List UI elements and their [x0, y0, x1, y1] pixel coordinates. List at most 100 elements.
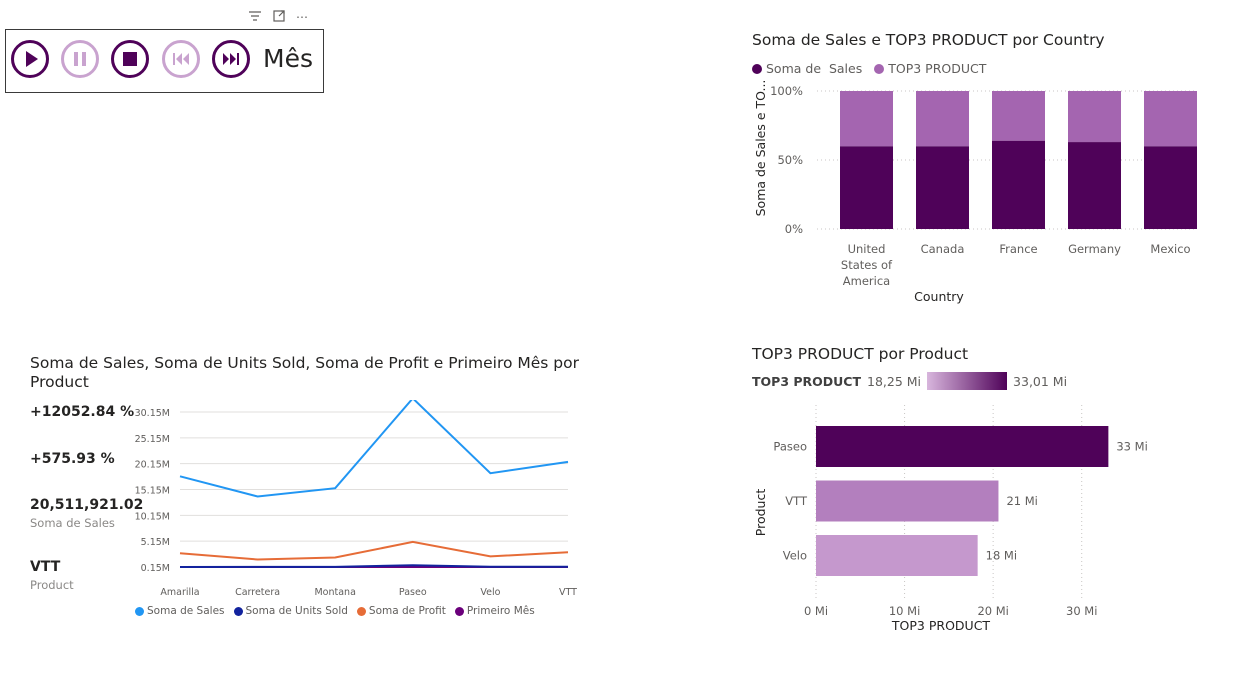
country-xtick-label: France	[999, 242, 1037, 256]
legend-marker-profit-line	[356, 606, 366, 616]
hbar-xtick-label: 0 Mi	[804, 604, 828, 618]
hbar-category-label: Velo	[783, 549, 807, 563]
bar-sales-segment[interactable]	[1068, 142, 1121, 229]
bar-top3-segment[interactable]	[992, 91, 1045, 141]
country-xtick-label: Canada	[921, 242, 965, 256]
legend-label-sales[interactable]: Soma de Sales	[766, 61, 862, 76]
line-xtick-label: Amarilla	[160, 587, 199, 598]
line-series-soma-de-units-sold[interactable]	[179, 564, 568, 568]
play-button[interactable]	[11, 40, 49, 78]
line-chart-title-line-1: Soma de Sales, Soma de Units Sold, Soma …	[30, 354, 579, 372]
country-xtick-label: Mexico	[1150, 242, 1190, 256]
product-bar-chart-title: TOP3 PRODUCT por Product	[752, 345, 969, 363]
line-chart-title-line-2: Product	[30, 373, 89, 391]
country-xtick-label: States of	[841, 258, 893, 272]
bar-top3-segment[interactable]	[840, 91, 893, 147]
line-chart-title: Soma de Sales, Soma de Units Sold, Soma …	[30, 354, 579, 392]
line-xtick-label: Carretera	[235, 587, 280, 598]
bar-sales-segment[interactable]	[840, 146, 893, 229]
line-ytick-label: 10.15M	[135, 511, 170, 522]
skip-forward-icon	[223, 53, 239, 65]
country-chart-legend: Soma de Sales TOP3 PRODUCT	[752, 61, 986, 76]
hbar-xtick-label: 20 Mi	[977, 604, 1008, 618]
line-ytick-label: 5.15M	[141, 537, 170, 548]
bar-top3-segment[interactable]	[916, 91, 969, 147]
legend-label-sales-line[interactable]: Soma de Sales	[147, 605, 225, 617]
kpi-value-3: 20,511,921.02	[30, 497, 144, 513]
legend-marker-sales-line	[135, 606, 144, 616]
line-ytick-label: 25.15M	[135, 434, 170, 445]
legend-marker-top3	[874, 63, 885, 74]
product-line-chart: 30.15M 25.15M 20.15M 15.15M 10.15M 5.15M 0.15M…	[135, 400, 577, 598]
country-xtick-label: America	[843, 274, 890, 288]
pause-icon	[74, 52, 86, 66]
bar-top3-segment[interactable]	[1068, 91, 1121, 143]
country-y-axis-title: Soma de Sales e TO...	[753, 80, 768, 216]
country-stacked-column-chart: 100% 50% 0% United States of America Canada Fra…	[753, 80, 1197, 304]
bar-sales-segment[interactable]	[1144, 146, 1197, 229]
kpi-label-4: Product	[30, 578, 74, 592]
legend-label-units-line[interactable]: Soma de Units Sold	[246, 605, 348, 617]
hbar-xtick-label: 30 Mi	[1066, 604, 1097, 618]
pause-button[interactable]	[61, 40, 99, 78]
line-chart-legend: Soma de Sales Soma de Units Sold Soma de…	[135, 605, 535, 617]
more-options-icon[interactable]: ⋯	[296, 9, 308, 25]
kpi-value-2: +575.93 %	[30, 451, 115, 467]
line-ytick-label: 0.15M	[141, 563, 170, 574]
kpi-label-3: Soma de Sales	[30, 516, 115, 530]
filter-icon[interactable]	[248, 9, 262, 25]
line-xtick-label: VTT	[559, 587, 577, 598]
country-ytick-label: 100%	[770, 84, 803, 98]
play-axis-slicer: Mês	[5, 29, 324, 93]
hbar-x-axis-title: TOP3 PRODUCT	[891, 618, 991, 633]
skip-forward-button[interactable]	[212, 40, 250, 78]
line-xtick-label: Montana	[314, 587, 355, 598]
line-xtick-label: Velo	[480, 587, 500, 598]
skip-back-icon	[173, 53, 189, 65]
visual-header-toolbar: ⋯	[248, 9, 328, 25]
kpi-value-1: +12052.84 %	[30, 404, 135, 420]
hbar-bar-velo[interactable]	[816, 535, 978, 576]
hbar-data-label: 33 Mi	[1116, 440, 1147, 454]
hbar-bar-vtt[interactable]	[816, 480, 999, 522]
country-xtick-label: United	[848, 242, 886, 256]
hbar-y-axis-title: Product	[753, 489, 768, 537]
bar-sales-segment[interactable]	[992, 140, 1045, 229]
hbar-category-label: VTT	[785, 494, 808, 508]
legend-marker-units-line	[233, 606, 243, 616]
play-axis-field-label: Mês	[263, 44, 313, 73]
country-ytick-label: 0%	[785, 222, 803, 236]
country-ytick-label: 50%	[777, 153, 803, 167]
skip-back-button[interactable]	[162, 40, 200, 78]
gradient-legend: TOP3 PRODUCT 18,25 Mi 33,01 Mi	[752, 372, 1067, 390]
bar-top3-segment[interactable]	[1144, 91, 1197, 147]
line-xtick-label: Paseo	[399, 587, 427, 598]
country-xtick-label: Germany	[1068, 242, 1121, 256]
legend-label-top3[interactable]: TOP3 PRODUCT	[888, 61, 986, 76]
legend-label-profit-line[interactable]: Soma de Profit	[369, 605, 446, 617]
kpi-value-4: VTT	[30, 559, 61, 575]
line-ytick-label: 30.15M	[135, 408, 170, 419]
hbar-data-label: 21 Mi	[1006, 494, 1037, 508]
country-x-axis-title: Country	[914, 289, 964, 304]
product-horizontal-bar-chart: 0 Mi 10 Mi 20 Mi 30 Mi Paseo 33 Mi VTT 21 Mi Vel…	[753, 405, 1148, 633]
hbar-bar-paseo[interactable]	[816, 426, 1109, 467]
line-ytick-label: 15.15M	[135, 486, 170, 497]
line-ytick-label: 20.15M	[135, 460, 170, 471]
hbar-data-label: 18 Mi	[986, 549, 1017, 563]
hbar-category-label: Paseo	[773, 440, 807, 454]
stop-button[interactable]	[111, 40, 149, 78]
gradient-legend-title: TOP3 PRODUCT	[752, 373, 862, 389]
gradient-legend-min: 18,25 Mi	[867, 373, 922, 389]
bar-sales-segment[interactable]	[916, 146, 969, 229]
focus-mode-icon[interactable]	[272, 9, 286, 25]
hbar-xtick-label: 10 Mi	[889, 604, 920, 618]
legend-marker-primeiro-line	[454, 606, 464, 616]
line-series-soma-de-sales[interactable]	[179, 400, 569, 498]
gradient-legend-max: 33,01 Mi	[1013, 373, 1068, 389]
legend-label-primeiro-line[interactable]: Primeiro Mês	[467, 605, 535, 617]
legend-marker-sales	[752, 63, 762, 74]
gradient-legend-bar	[927, 372, 1008, 390]
country-chart-title: Soma de Sales e TOP3 PRODUCT por Country	[752, 31, 1105, 49]
line-series-soma-de-profit[interactable]	[179, 540, 569, 561]
